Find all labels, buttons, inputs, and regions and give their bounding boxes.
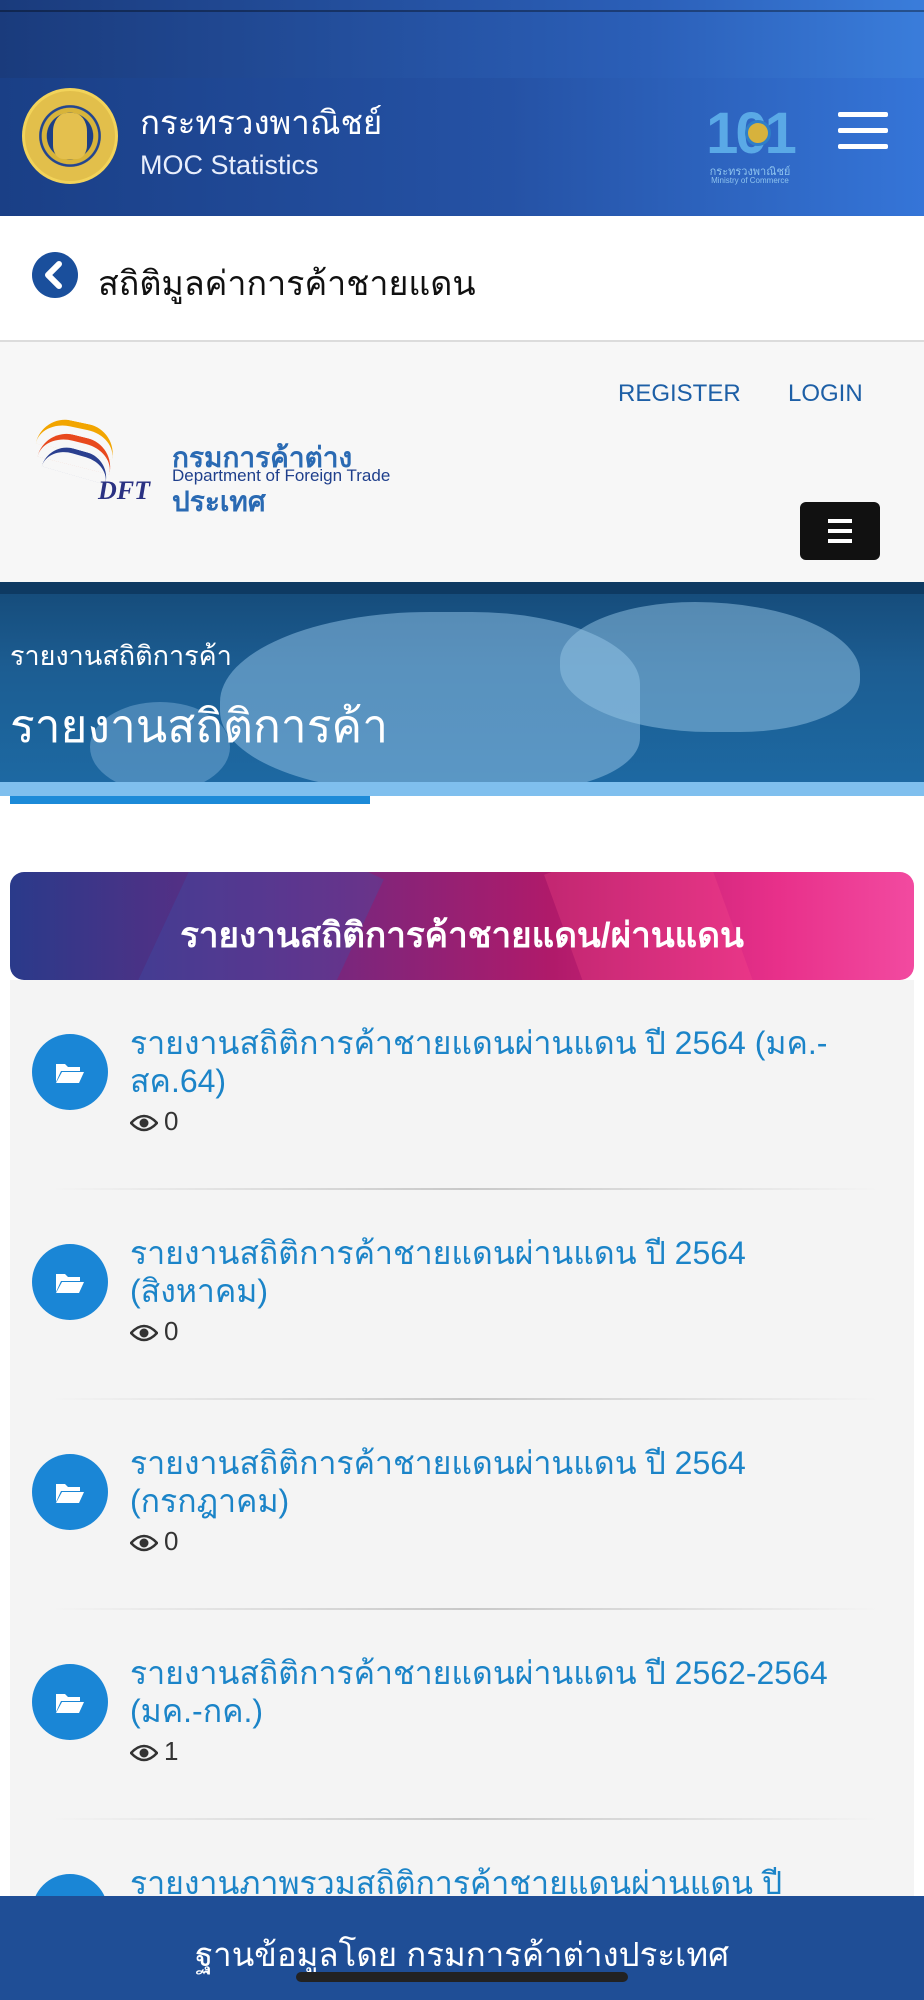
hamburger-icon[interactable] <box>838 112 888 152</box>
view-count: 0 <box>129 1106 179 1136</box>
ministry-emblem-logo <box>22 88 118 184</box>
status-bar-divider <box>0 10 924 12</box>
chevron-left-icon <box>45 261 62 289</box>
back-button[interactable] <box>32 252 78 298</box>
eye-icon <box>129 1534 159 1552</box>
report-item-title[interactable]: รายงานสถิติการค้าชายแดนผ่านแดน ปี 2562-2… <box>130 1654 870 1730</box>
list-divider <box>50 1818 880 1820</box>
view-count-value: 1 <box>164 1736 179 1766</box>
page-title: สถิติมูลค่าการค้าชายแดน <box>98 265 476 303</box>
list-divider <box>50 1608 880 1610</box>
site-menu-button[interactable] <box>800 502 880 560</box>
register-link[interactable]: REGISTER <box>618 380 741 408</box>
dft-abbreviation: DFT <box>98 476 150 505</box>
eye-icon <box>129 1744 159 1762</box>
view-count: 0 <box>129 1526 179 1556</box>
map-landmass <box>560 602 860 732</box>
home-indicator[interactable] <box>296 1972 628 1982</box>
dft-name-en: Department of Foreign Trade <box>172 466 391 485</box>
folder-open-icon[interactable] <box>32 1664 108 1740</box>
view-count: 0 <box>129 1316 179 1346</box>
report-item-title[interactable]: รายงานสถิติการค้าชายแดนผ่านแดน ปี 2564 (… <box>130 1234 870 1310</box>
banner-title: รายงานสถิติการค้า <box>10 700 389 752</box>
emblem-figure <box>53 113 87 159</box>
bars-icon <box>828 519 852 523</box>
dft-logo[interactable]: DFT กรมการค้าต่างประเทศ Department of Fo… <box>34 414 414 517</box>
eye-icon <box>129 1324 159 1342</box>
anniversary-caption-en: Ministry of Commerce <box>711 176 789 185</box>
ministry-name: กระทรวงพาณิชย์ <box>140 104 383 141</box>
folder-open-icon[interactable] <box>32 1034 108 1110</box>
eye-icon <box>129 1114 159 1132</box>
view-count: 1 <box>129 1736 179 1766</box>
ministry-subtitle: MOC Statistics <box>140 150 319 180</box>
folder-open-icon[interactable] <box>32 1244 108 1320</box>
login-link[interactable]: LOGIN <box>788 380 863 408</box>
report-item-title[interactable]: รายงานสถิติการค้าชายแดนผ่านแดน ปี 2564 (… <box>130 1024 870 1100</box>
list-divider <box>50 1398 880 1400</box>
list-divider <box>50 1188 880 1190</box>
folder-open-icon[interactable] <box>32 1454 108 1530</box>
app-screen: กระทรวงพาณิชย์ MOC Statistics 101 กระทรว… <box>0 0 924 2000</box>
hero-banner <box>0 582 924 796</box>
report-item-title[interactable]: รายงานสถิติการค้าชายแดนผ่านแดน ปี 2564 (… <box>130 1444 870 1520</box>
anniversary-logo: 101 กระทรวงพาณิชย์ Ministry of Commerce <box>700 100 800 186</box>
anniversary-seal-icon <box>745 120 771 146</box>
view-count-value: 0 <box>164 1106 179 1136</box>
view-count-value: 0 <box>164 1526 179 1556</box>
view-count-value: 0 <box>164 1316 179 1346</box>
report-card-title: รายงานสถิติการค้าชายแดน/ผ่านแดน <box>180 916 744 955</box>
tab-indicator <box>10 796 370 804</box>
breadcrumb[interactable]: รายงานสถิติการค้า <box>10 634 232 677</box>
